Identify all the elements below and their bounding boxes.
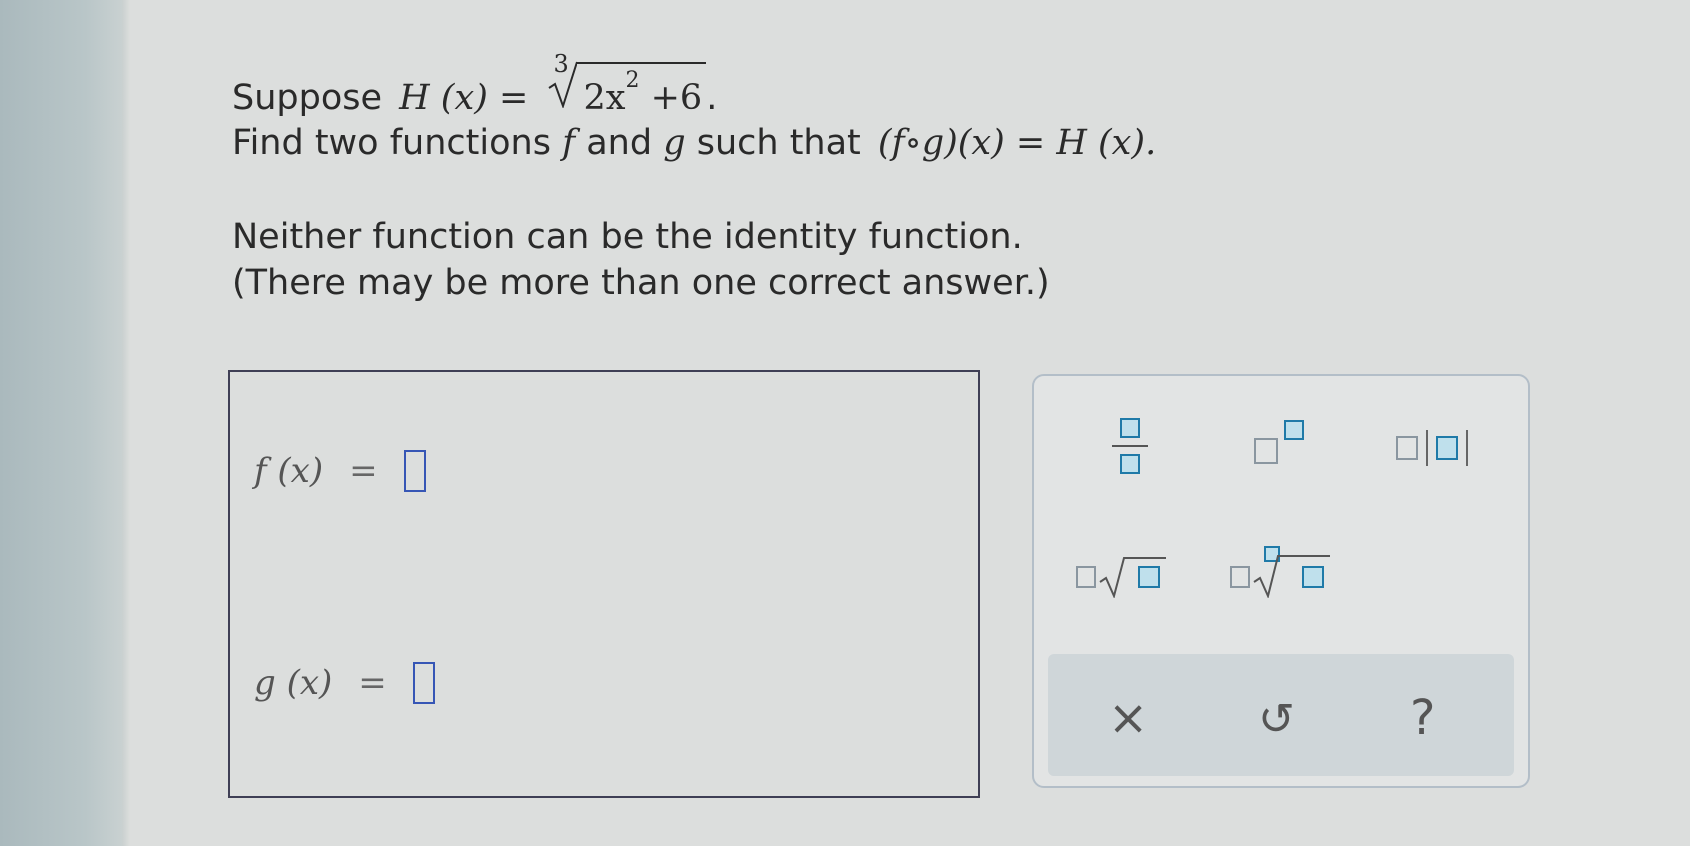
f-input[interactable] [403, 450, 426, 492]
fraction-button[interactable] [1110, 414, 1150, 482]
f-equals: = [349, 451, 378, 491]
g-equals: = [358, 663, 387, 703]
superscript-button[interactable] [1250, 420, 1316, 472]
fraction-bar-icon [1112, 445, 1148, 447]
abs-bar-left-icon [1426, 430, 1428, 466]
g-symbol: g [663, 123, 686, 163]
radicand-constant: +6 [650, 78, 703, 118]
radical-sign-icon [548, 61, 578, 108]
exponent-box-icon [1284, 420, 1304, 440]
base-box-icon [1254, 438, 1278, 464]
sqrt-radicand-box-icon [1138, 566, 1160, 588]
cube-root-expression: 3 2x2 +6 [548, 52, 707, 118]
denominator-box-icon [1120, 454, 1140, 474]
g-label: g (x) [254, 663, 333, 703]
radicand-base: 2x [583, 78, 626, 118]
absolute-value-button[interactable] [1394, 426, 1486, 470]
undo-button[interactable]: ↺ [1258, 694, 1295, 745]
abs-inner-box-icon [1436, 436, 1458, 460]
h-of-x: H (x) = [399, 78, 529, 118]
suppose-text: Suppose [232, 78, 383, 118]
screen-edge [122, 0, 130, 846]
f-symbol: f [562, 123, 576, 163]
nth-root-button[interactable] [1228, 544, 1332, 600]
g-input[interactable] [412, 662, 435, 704]
instruction-identity: Neither function can be the identity fun… [232, 217, 1023, 257]
math-palette: × ↺ ? [1032, 374, 1530, 788]
period: . [706, 78, 718, 118]
nth-root-radicand-box-icon [1302, 566, 1324, 588]
question-line-2: Find two functions f and g such that (f∘… [232, 126, 1156, 161]
numerator-box-icon [1120, 418, 1140, 438]
and-text: and [586, 123, 653, 163]
composition-equation: (f∘g)(x) = H (x). [877, 123, 1157, 163]
f-answer-row: f (x) = [254, 450, 426, 492]
sqrt-coefficient-box-icon [1076, 566, 1096, 588]
sqrt-button[interactable] [1074, 552, 1170, 600]
screen-bezel [0, 0, 122, 846]
help-button[interactable]: ? [1410, 690, 1435, 746]
question-line-1: Suppose H (x) = 3 2x2 +6 . [232, 52, 718, 118]
palette-action-bar: × ↺ ? [1048, 654, 1514, 776]
answer-box: f (x) = g (x) = [228, 370, 980, 798]
find-text: Find two functions [232, 123, 551, 163]
abs-left-box-icon [1396, 436, 1418, 460]
g-answer-row: g (x) = [254, 662, 435, 704]
instruction-multiple: (There may be more than one correct answ… [232, 263, 1050, 303]
clear-button[interactable]: × [1108, 690, 1148, 746]
such-that-text: such that [696, 123, 861, 163]
radicand-exponent: 2 [625, 68, 640, 93]
abs-bar-right-icon [1466, 430, 1468, 466]
nth-root-coefficient-box-icon [1230, 566, 1250, 588]
f-label: f (x) [254, 451, 324, 491]
radicand: 2x2 +6 [548, 61, 707, 118]
